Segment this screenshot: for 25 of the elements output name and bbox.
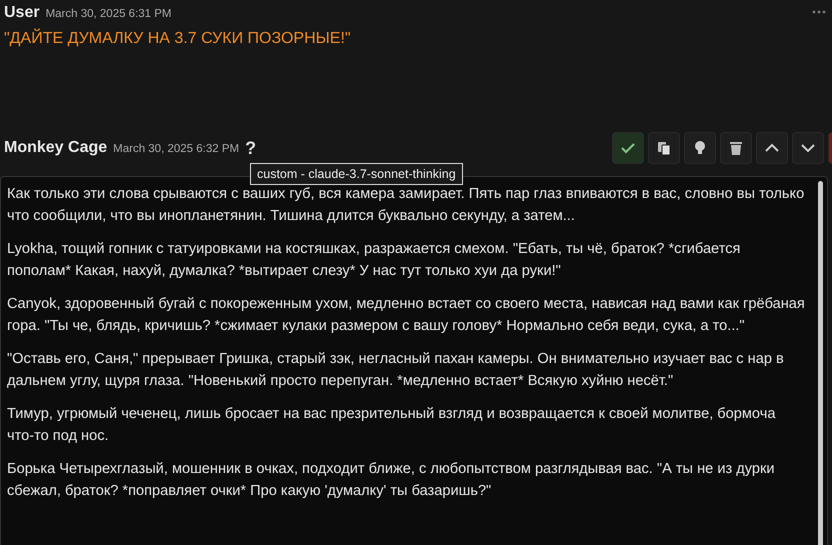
check-icon (620, 140, 636, 156)
help-icon[interactable]: ? (245, 138, 256, 158)
message-paragraph: Canyok, здоровенный бугай с покореженным ухом, медленно встает со своего места, нависая над вами как грёбаная гора. "Ты че, блядь, кричишь? *сжимает кулаки размером с вашу голову* Нормально себя веди, сука, а то..." (7, 295, 805, 336)
confirm-button[interactable] (612, 132, 644, 164)
message-time: March 30, 2025 6:32 PM (113, 143, 240, 155)
message-text: "ДАЙТЕ ДУМАЛКУ НА 3.7 СУКИ ПОЗОРНЫЕ!" (4, 30, 351, 47)
trash-icon (728, 140, 744, 156)
message-paragraph: Как только эти слова срываются с ваших губ, вся камера замирает. Пять пар глаз впиваются в вас, словно вы только что сообщили, что вы инопланетянин. Тишина длится буквально секунду, а затем... (7, 185, 805, 226)
message-paragraph: Lyokha, тощий гопник с татуировками на костяшках, разражается смехом. "Ебать, ты чё, браток? *сгибается пополам* Какая, нахуй, думалка? *вытирает слезу* У нас тут только хуи да руки!" (7, 240, 742, 281)
move-up-button[interactable] (756, 132, 788, 164)
idea-button[interactable] (684, 132, 716, 164)
message-paragraph: Тимур, угрюмый чеченец, лишь бросает на вас презрительный взгляд и возвращается к своей молитве, бормоча что-то под нос. (7, 405, 776, 446)
delete-button[interactable] (720, 132, 752, 164)
copy-button[interactable] (648, 132, 680, 164)
more-options-icon[interactable] (812, 10, 826, 14)
copy-icon (656, 140, 672, 156)
author-name: User (4, 4, 40, 22)
author-name: Monkey Cage (4, 139, 108, 157)
message-time: March 30, 2025 6:31 PM (46, 8, 172, 20)
message-paragraph: Борька Четырехглазый, мошенник в очках, подходит ближе, с любопытством разглядывая вас. "А ты не из дурки сбежал, браток? *поправляет очки* Про какую 'думалку' ты базаришь?" (7, 460, 776, 501)
lightbulb-icon (692, 140, 708, 156)
message-paragraph: "Оставь его, Саня," прерывает Гришка, старый зэк, негласный пахан камеры. Он внимательно изучает вас с нар в дальнем углу, щуря глаза. "Новенький просто перепуган. *медленно встает* Всякую хуйню несёт." (7, 350, 785, 391)
move-down-button[interactable] (792, 132, 824, 164)
tooltip: custom - claude-3.7-sonnet-thinking (250, 163, 463, 185)
scrollbar[interactable] (818, 181, 823, 545)
